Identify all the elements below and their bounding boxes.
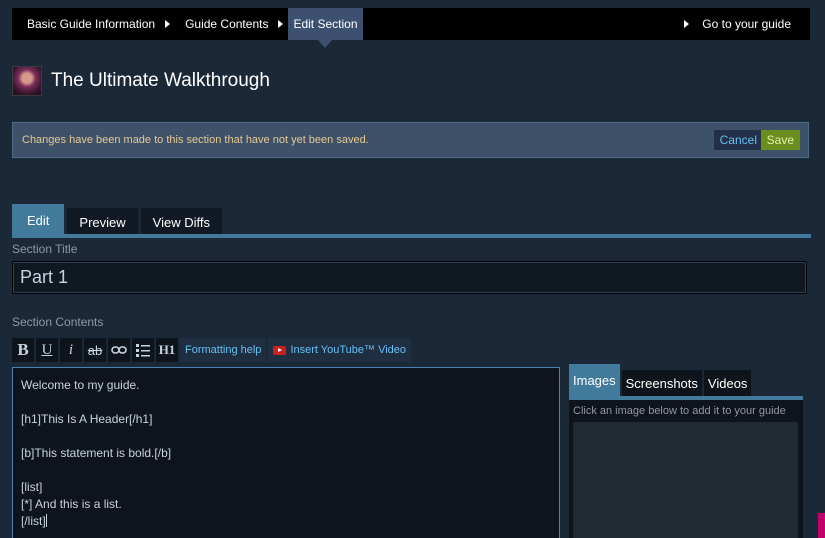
list-button[interactable]: [132, 338, 154, 362]
crumb-basic-info[interactable]: Basic Guide Information: [12, 8, 171, 40]
chevron-right-icon: [278, 20, 284, 28]
crumb-edit-section-label: Edit Section: [293, 17, 358, 31]
insert-youtube-button[interactable]: Insert YouTube™ Video: [268, 338, 412, 362]
guide-breadcrumb-nav: Basic Guide Information Guide Contents E…: [12, 8, 810, 48]
section-title-label: Section Title: [12, 242, 78, 256]
section-contents-label: Section Contents: [12, 315, 104, 329]
guide-header: The Ultimate Walkthrough: [12, 66, 270, 96]
tab-screenshots[interactable]: Screenshots: [621, 370, 702, 396]
bold-button[interactable]: B: [12, 338, 34, 362]
cancel-button[interactable]: Cancel: [713, 130, 763, 150]
link-icon: [111, 346, 127, 354]
crumb-basic-info-label: Basic Guide Information: [27, 17, 156, 31]
media-tabs: Images Screenshots Videos: [569, 364, 804, 396]
tab-edit[interactable]: Edit: [12, 204, 65, 237]
save-button[interactable]: Save: [760, 130, 800, 150]
edge-strip: [818, 513, 825, 538]
tab-preview[interactable]: Preview: [67, 208, 138, 237]
crumb-guide-contents-label: Guide Contents: [185, 17, 269, 31]
editor-line-last: [/list]: [21, 513, 551, 530]
media-body: Click an image below to add it to your g…: [569, 400, 803, 538]
link-button[interactable]: [108, 338, 130, 362]
media-panel: Images Screenshots Videos Click an image…: [569, 364, 804, 538]
chevron-right-icon: [684, 20, 690, 28]
header-button[interactable]: H1: [156, 338, 178, 362]
image-gallery[interactable]: [573, 422, 798, 538]
editor-line: [h1]This Is A Header[/h1]: [21, 412, 153, 426]
italic-button[interactable]: i: [60, 338, 82, 362]
editor-line: [list]: [21, 480, 43, 494]
tab-underline: [12, 234, 811, 238]
underline-button[interactable]: U: [36, 338, 58, 362]
editor-line: [b]This statement is bold.[/b]: [21, 446, 172, 460]
go-to-guide-label: Go to your guide: [702, 17, 791, 31]
formatting-toolbar: B U i ab H1 Formatting help Insert YouTu…: [12, 338, 413, 362]
crumb-guide-contents[interactable]: Guide Contents: [170, 8, 284, 40]
guide-avatar: [12, 66, 42, 96]
section-contents-editor[interactable]: Welcome to my guide. [h1]This Is A Heade…: [12, 367, 560, 538]
crumb-edit-section[interactable]: Edit Section: [288, 8, 363, 48]
section-title-input[interactable]: Part 1: [12, 261, 807, 294]
go-to-guide-link[interactable]: Go to your guide: [684, 8, 810, 40]
youtube-icon: [273, 345, 287, 355]
text-caret: [45, 514, 47, 527]
unsaved-changes-banner: Changes have been made to this section t…: [12, 122, 809, 158]
guide-title: The Ultimate Walkthrough: [51, 70, 270, 91]
editor-tabs: Edit Preview View Diffs: [12, 204, 225, 237]
media-hint: Click an image below to add it to your g…: [573, 405, 786, 417]
editor-line-text: [/list]: [21, 514, 46, 528]
bulleted-list-icon: [136, 344, 150, 357]
editor-line: [*] And this is a list.: [21, 497, 122, 511]
formatting-help-button[interactable]: Formatting help: [180, 338, 267, 362]
tab-images[interactable]: Images: [569, 364, 620, 396]
strikethrough-button[interactable]: ab: [84, 338, 106, 362]
insert-youtube-label: Insert YouTube™ Video: [290, 344, 407, 356]
tab-view-diffs[interactable]: View Diffs: [140, 208, 222, 237]
tab-videos[interactable]: Videos: [703, 370, 752, 396]
unsaved-changes-message: Changes have been made to this section t…: [22, 134, 369, 146]
editor-line: Welcome to my guide.: [21, 378, 140, 392]
